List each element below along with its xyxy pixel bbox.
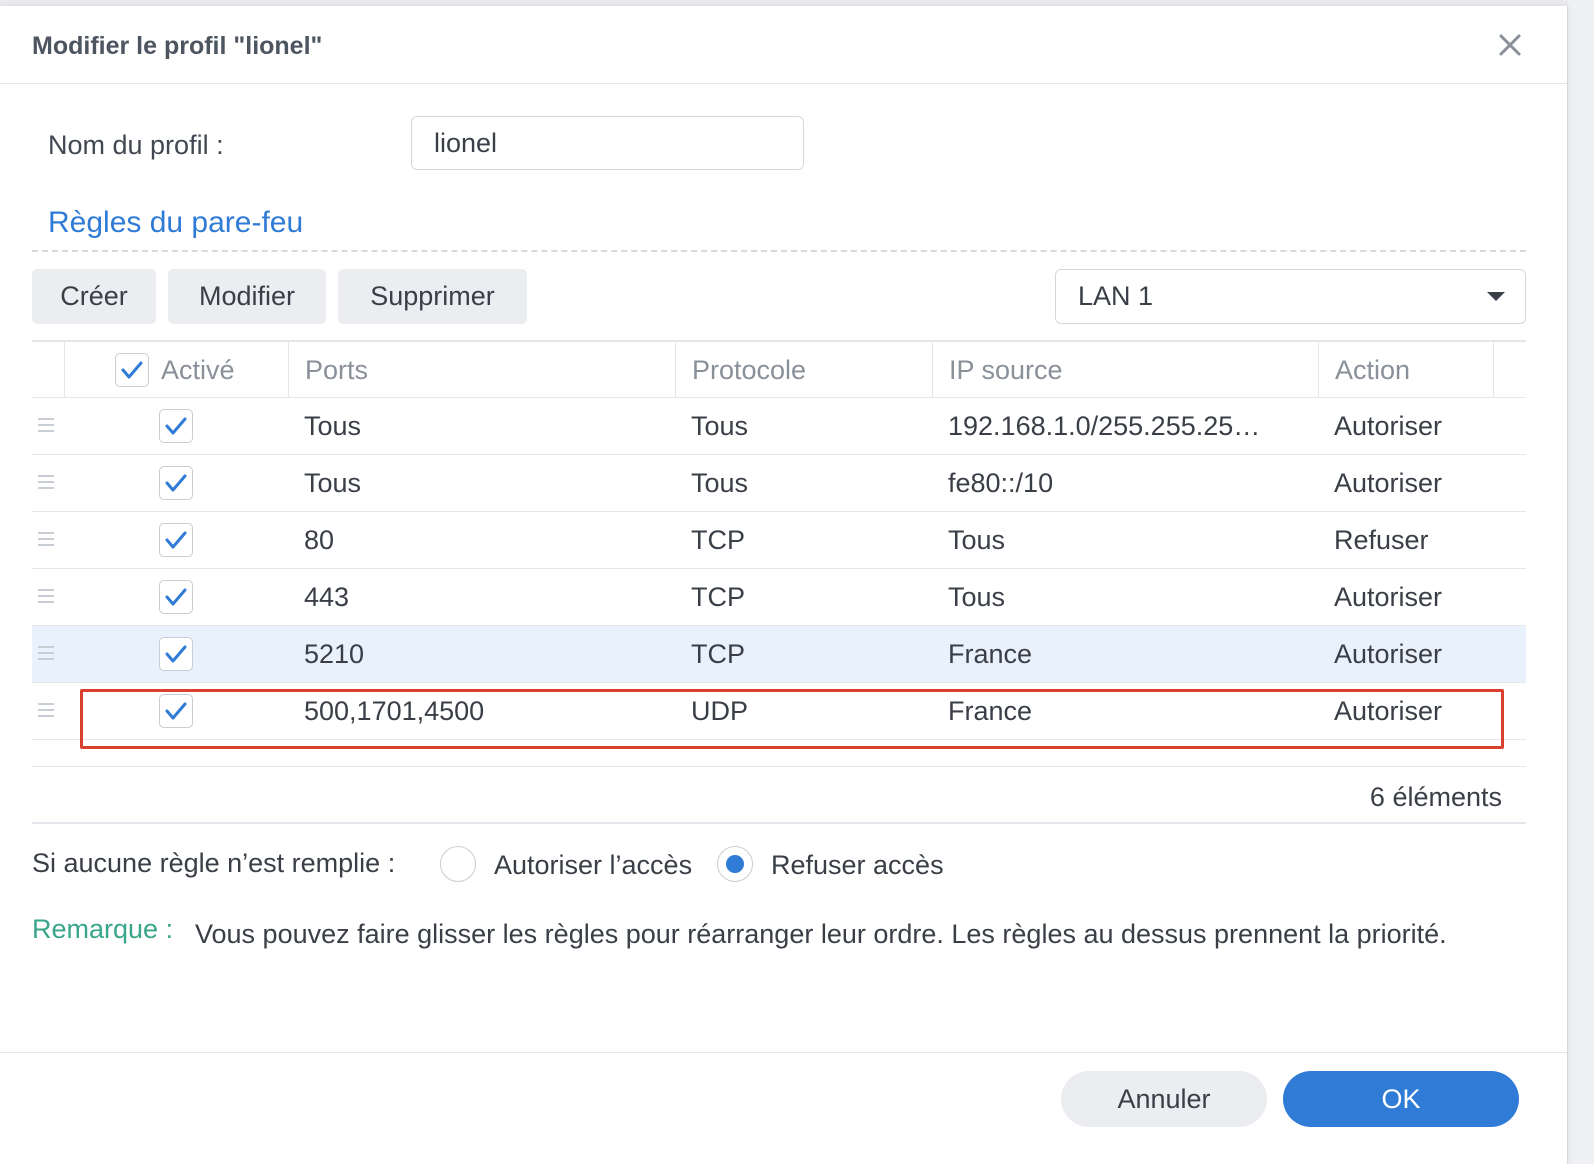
- interface-select-value: LAN 1: [1078, 281, 1154, 311]
- enabled-checkbox[interactable]: [159, 466, 193, 500]
- cell-action: Autoriser: [1334, 467, 1443, 498]
- cancel-button[interactable]: Annuler: [1061, 1071, 1267, 1127]
- header-action[interactable]: Action: [1318, 342, 1494, 398]
- deny-access-label[interactable]: Refuser accès: [771, 850, 944, 881]
- header-ports[interactable]: Ports: [288, 342, 675, 398]
- allow-access-radio[interactable]: [440, 846, 476, 882]
- create-button[interactable]: Créer: [32, 269, 156, 324]
- header-source-ip[interactable]: IP source: [932, 342, 1318, 398]
- cell-protocol: UDP: [691, 695, 749, 726]
- table-row[interactable]: Tous Tous 192.168.1.0/255.255.25… Autoriser: [32, 398, 1526, 455]
- cell-action: Autoriser: [1334, 410, 1443, 441]
- check-icon: [165, 531, 187, 549]
- rules-table: Activé Ports Protocole IP source Action …: [32, 340, 1526, 740]
- ok-button[interactable]: OK: [1283, 1071, 1519, 1127]
- background-window-side: [1568, 0, 1594, 1164]
- cell-ports: 5210: [304, 638, 365, 669]
- header-enabled-label: Activé: [161, 354, 235, 385]
- table-footer-divider: [32, 766, 1526, 767]
- close-icon: [1499, 34, 1521, 56]
- cell-ports: Tous: [304, 410, 362, 441]
- drag-handle-icon[interactable]: [38, 418, 56, 434]
- enabled-checkbox[interactable]: [159, 694, 193, 728]
- table-row[interactable]: 443 TCP Tous Autoriser: [32, 569, 1526, 626]
- table-row[interactable]: Tous Tous fe80::/10 Autoriser: [32, 455, 1526, 512]
- item-count: 6 éléments: [1369, 782, 1502, 812]
- enabled-checkbox[interactable]: [159, 580, 193, 614]
- table-bottom-divider: [32, 822, 1526, 824]
- enabled-checkbox[interactable]: [159, 523, 193, 557]
- modify-button[interactable]: Modifier: [168, 269, 326, 324]
- cell-ports: 80: [304, 524, 335, 555]
- enabled-checkbox[interactable]: [159, 409, 193, 443]
- note-label: Remarque :: [32, 914, 174, 944]
- profile-name-input[interactable]: [411, 116, 804, 170]
- firewall-rules-title: Règles du pare-feu: [48, 206, 304, 239]
- enabled-cell: [159, 626, 193, 682]
- profile-name-label: Nom du profil :: [48, 130, 224, 160]
- no-rule-label: Si aucune règle n’est remplie :: [32, 848, 396, 878]
- interface-select[interactable]: LAN 1: [1055, 269, 1526, 324]
- drag-handle-icon[interactable]: [38, 703, 56, 719]
- cell-action: Autoriser: [1334, 581, 1443, 612]
- table-row[interactable]: 500,1701,4500 UDP France Autoriser: [32, 683, 1526, 740]
- check-icon: [165, 702, 187, 720]
- note-text: Vous pouvez faire glisser les règles pou…: [195, 919, 1447, 949]
- enabled-cell: [159, 569, 193, 625]
- cell-ports: Tous: [304, 467, 362, 498]
- check-icon: [165, 645, 187, 663]
- check-icon: [121, 361, 143, 379]
- cell-action: Refuser: [1334, 524, 1429, 555]
- dialog-title: Modifier le profil "lionel": [32, 32, 323, 60]
- chevron-down-icon: [1487, 292, 1505, 301]
- table-row[interactable]: 5210 TCP France Autoriser: [32, 626, 1526, 683]
- footer-divider: [0, 1052, 1567, 1053]
- cell-source-ip: fe80::/10: [948, 467, 1054, 498]
- delete-button[interactable]: Supprimer: [338, 269, 527, 324]
- table-row[interactable]: 80 TCP Tous Refuser: [32, 512, 1526, 569]
- header-enabled[interactable]: Activé: [64, 342, 288, 398]
- cell-source-ip: Tous: [948, 524, 1006, 555]
- cell-protocol: TCP: [691, 638, 745, 669]
- drag-handle-icon[interactable]: [38, 475, 56, 491]
- enabled-cell: [159, 683, 193, 739]
- cell-protocol: TCP: [691, 581, 745, 612]
- cell-source-ip: Tous: [948, 581, 1006, 612]
- drag-handle-icon[interactable]: [38, 532, 56, 548]
- section-divider: [32, 250, 1526, 252]
- dialog-titlebar: Modifier le profil "lionel": [0, 6, 1567, 84]
- allow-access-label[interactable]: Autoriser l’accès: [494, 850, 692, 881]
- close-button[interactable]: [1493, 28, 1527, 62]
- drag-handle-icon[interactable]: [38, 589, 56, 605]
- deny-access-radio[interactable]: [717, 846, 753, 882]
- header-protocol[interactable]: Protocole: [675, 342, 932, 398]
- edit-profile-dialog: Modifier le profil "lionel" Nom du profi…: [0, 6, 1568, 1164]
- enabled-cell: [159, 512, 193, 568]
- check-icon: [165, 417, 187, 435]
- check-icon: [165, 588, 187, 606]
- cell-ports: 500,1701,4500: [304, 695, 485, 726]
- cell-protocol: TCP: [691, 524, 745, 555]
- drag-handle-icon[interactable]: [38, 646, 56, 662]
- table-body: Tous Tous 192.168.1.0/255.255.25… Autoriser…: [32, 398, 1526, 740]
- cell-source-ip: 192.168.1.0/255.255.25…: [948, 410, 1261, 441]
- enabled-checkbox[interactable]: [159, 637, 193, 671]
- select-all-checkbox[interactable]: [115, 353, 149, 387]
- cell-source-ip: France: [948, 695, 1033, 726]
- cell-source-ip: France: [948, 638, 1033, 669]
- table-header: Activé Ports Protocole IP source Action: [32, 340, 1526, 398]
- cell-action: Autoriser: [1334, 695, 1443, 726]
- cell-protocol: Tous: [691, 467, 749, 498]
- cell-action: Autoriser: [1334, 638, 1443, 669]
- check-icon: [165, 474, 187, 492]
- cell-protocol: Tous: [691, 410, 749, 441]
- enabled-cell: [159, 398, 193, 454]
- enabled-cell: [159, 455, 193, 511]
- cell-ports: 443: [304, 581, 350, 612]
